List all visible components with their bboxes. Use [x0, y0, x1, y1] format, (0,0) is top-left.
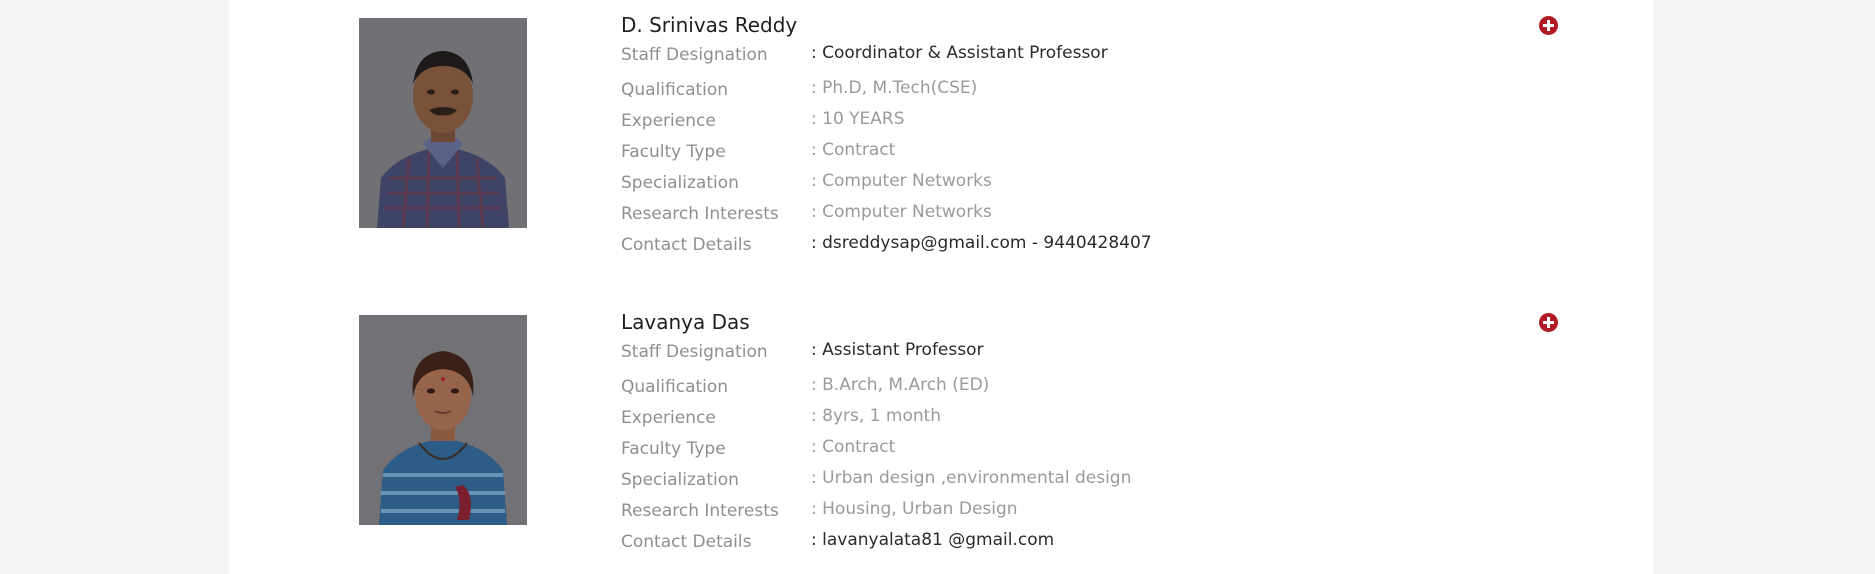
- faculty-name: Lavanya Das: [621, 310, 750, 334]
- person-portrait-icon: [359, 18, 527, 228]
- faculty-list-panel: D. Srinivas Reddy Staff Designation : Co…: [229, 0, 1653, 574]
- expand-details-icon[interactable]: [1539, 313, 1558, 332]
- faculty-photo: [359, 315, 527, 525]
- faculty-card: D. Srinivas Reddy Staff Designation : Co…: [229, 0, 1653, 260]
- designation-label: Staff Designation: [621, 45, 768, 65]
- designation-label: Staff Designation: [621, 342, 768, 362]
- qualification-label: Qualification: [621, 377, 729, 397]
- research-interests-label: Research Interests: [621, 204, 779, 224]
- designation-value: : Coordinator & Assistant Professor: [811, 43, 1108, 63]
- research-interests-value: : Housing, Urban Design: [811, 499, 1018, 519]
- experience-value: : 8yrs, 1 month: [811, 406, 942, 426]
- faculty-type-value: : Contract: [811, 437, 896, 457]
- faculty-card: Lavanya Das Staff Designation : Assistan…: [229, 297, 1653, 557]
- experience-label: Experience: [621, 408, 716, 428]
- expand-details-icon[interactable]: [1539, 16, 1558, 35]
- faculty-photo: [359, 18, 527, 228]
- experience-value: : 10 YEARS: [811, 109, 905, 129]
- specialization-value: : Urban design ,environmental design: [811, 468, 1132, 488]
- qualification-value: : B.Arch, M.Arch (ED): [811, 375, 990, 395]
- person-portrait-icon: [359, 315, 527, 525]
- contact-label: Contact Details: [621, 235, 752, 255]
- specialization-label: Specialization: [621, 470, 739, 490]
- specialization-label: Specialization: [621, 173, 739, 193]
- faculty-name: D. Srinivas Reddy: [621, 13, 798, 37]
- research-interests-label: Research Interests: [621, 501, 779, 521]
- specialization-value: : Computer Networks: [811, 171, 992, 191]
- contact-label: Contact Details: [621, 532, 752, 552]
- faculty-type-label: Faculty Type: [621, 439, 726, 459]
- experience-label: Experience: [621, 111, 716, 131]
- research-interests-value: : Computer Networks: [811, 202, 992, 222]
- qualification-label: Qualification: [621, 80, 729, 100]
- contact-value: : lavanyalata81 @gmail.com: [811, 530, 1055, 550]
- faculty-type-value: : Contract: [811, 140, 896, 160]
- contact-value: : dsreddysap@gmail.com - 9440428407: [811, 233, 1152, 253]
- qualification-value: : Ph.D, M.Tech(CSE): [811, 78, 978, 98]
- faculty-type-label: Faculty Type: [621, 142, 726, 162]
- designation-value: : Assistant Professor: [811, 340, 984, 360]
